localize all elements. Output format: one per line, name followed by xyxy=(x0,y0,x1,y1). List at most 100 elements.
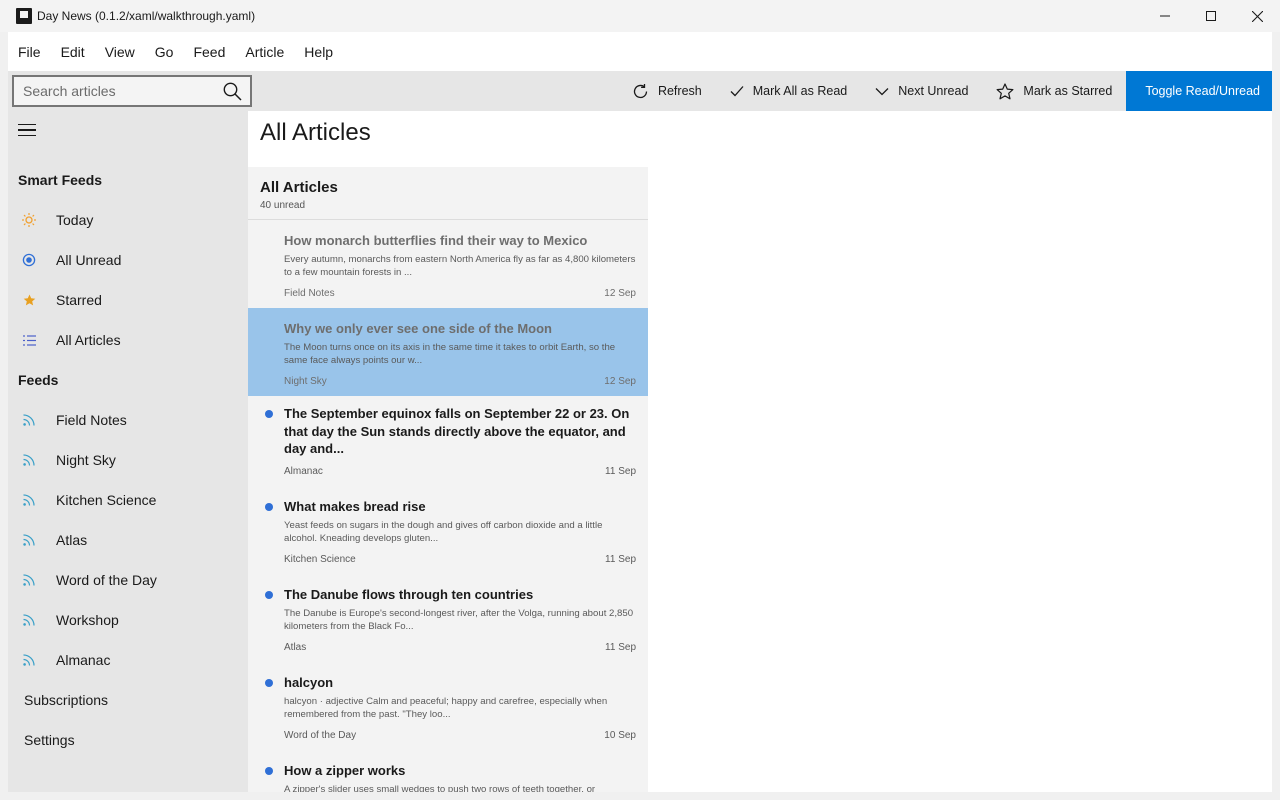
article-snippet: The Moon turns once on its axis in the s… xyxy=(284,341,616,366)
maximize-button[interactable] xyxy=(1188,0,1234,32)
window-title: Day News (0.1.2/xaml/walkthrough.yaml) xyxy=(37,9,256,23)
article-item-selected[interactable]: Why we only ever see one side of the Moo… xyxy=(248,308,648,396)
sidebar-item-label: All Articles xyxy=(56,332,121,348)
article-meta: Night Sky 12 Sep xyxy=(284,376,636,387)
article-date: 12 Sep xyxy=(604,288,636,299)
sidebar-item-label: Almanac xyxy=(56,652,111,668)
sidebar-item-settings[interactable]: Settings xyxy=(24,732,75,748)
checkmark-icon xyxy=(730,86,744,97)
window-controls xyxy=(1142,0,1280,32)
article-snippet: A zipper's slider uses small wedges to p… xyxy=(284,783,596,793)
sidebar-item-label: Word of the Day xyxy=(56,572,157,588)
article-feed: Almanac xyxy=(284,466,323,477)
sidebar-item-atlas[interactable]: Atlas xyxy=(8,520,248,560)
article-title: The Danube flows through ten countries xyxy=(284,587,534,602)
window-bottom-edge xyxy=(0,792,1280,800)
article-item[interactable]: How monarch butterflies find their way t… xyxy=(248,220,648,308)
refresh-label: Refresh xyxy=(657,84,702,98)
sidebar-item-all-unread[interactable]: All Unread xyxy=(8,240,248,280)
article-snippet: Every autumn, monarchs from eastern Nort… xyxy=(284,253,636,278)
article-meta: Almanac 11 Sep xyxy=(284,466,636,477)
sidebar-item-subscriptions[interactable]: Subscriptions xyxy=(24,692,108,708)
menu-bar: File Edit View Go Feed Article Help xyxy=(8,32,1272,72)
sidebar-item-word-of-the-day[interactable]: Word of the Day xyxy=(8,560,248,600)
toggle-read-button[interactable]: Toggle Read/Unread xyxy=(1126,71,1272,111)
menu-go[interactable]: Go xyxy=(145,32,184,72)
sun-icon xyxy=(22,213,36,227)
article-title: How a zipper works xyxy=(284,763,406,778)
sidebar-item-label: Field Notes xyxy=(56,412,127,428)
article-meta: Atlas 11 Sep xyxy=(284,642,636,653)
next-unread-button[interactable]: Next Unread xyxy=(861,71,982,111)
sidebar-item-all-articles[interactable]: All Articles xyxy=(8,320,248,360)
unread-dot-icon xyxy=(265,410,273,418)
hamburger-menu-icon[interactable] xyxy=(18,124,38,138)
article-item[interactable]: What makes bread rise Yeast feeds on sug… xyxy=(248,486,648,574)
minimize-icon xyxy=(1160,15,1170,17)
chevron-down-icon xyxy=(875,87,889,95)
menu-article[interactable]: Article xyxy=(235,32,294,72)
page-title: All Articles xyxy=(260,119,371,146)
refresh-button[interactable]: Refresh xyxy=(618,71,716,111)
article-date: 12 Sep xyxy=(604,376,636,387)
star-outline-icon xyxy=(996,82,1014,99)
article-item[interactable]: The Danube flows through ten countries T… xyxy=(248,574,648,662)
article-feed: Atlas xyxy=(284,642,307,653)
mark-all-read-button[interactable]: Mark All as Read xyxy=(716,71,861,111)
sidebar-item-today[interactable]: Today xyxy=(8,200,248,240)
rss-icon xyxy=(22,653,36,667)
radio-dot-icon xyxy=(22,253,36,267)
article-snippet: The Danube is Europe's second-longest ri… xyxy=(284,607,634,632)
close-button[interactable] xyxy=(1234,0,1280,32)
menu-view[interactable]: View xyxy=(95,32,145,72)
toolbar-actions: Refresh Mark All as Read Next Unread Mar… xyxy=(618,71,1272,111)
article-item[interactable]: How a zipper works A zipper's slider use… xyxy=(248,750,648,792)
refresh-icon xyxy=(633,83,648,98)
article-meta: Field Notes 12 Sep xyxy=(284,288,636,299)
rss-icon xyxy=(22,413,36,427)
search-input[interactable] xyxy=(14,83,214,99)
rss-icon xyxy=(22,453,36,467)
menu-feed[interactable]: Feed xyxy=(183,32,235,72)
sidebar-item-night-sky[interactable]: Night Sky xyxy=(8,440,248,480)
menu-edit[interactable]: Edit xyxy=(51,32,95,72)
rss-icon xyxy=(22,533,36,547)
article-item[interactable]: The September equinox falls on September… xyxy=(248,396,648,486)
sidebar-item-label: Atlas xyxy=(56,532,88,548)
sidebar-item-starred[interactable]: Starred xyxy=(8,280,248,320)
mark-all-read-label: Mark All as Read xyxy=(752,84,848,98)
article-feed: Word of the Day xyxy=(284,730,357,741)
article-title: The September equinox falls on September… xyxy=(284,406,630,456)
article-item[interactable]: halcyon halcyon · adjective Calm and pea… xyxy=(248,662,648,750)
search-icon[interactable] xyxy=(223,82,242,106)
sidebar-item-label: All Unread xyxy=(56,252,122,268)
article-snippet: Yeast feeds on sugars in the dough and g… xyxy=(284,519,603,544)
menu-help[interactable]: Help xyxy=(294,32,343,72)
list-icon xyxy=(22,333,36,347)
next-unread-label: Next Unread xyxy=(898,84,969,98)
article-list: All Articles 40 unread How monarch butte… xyxy=(248,167,648,792)
toolbar: Refresh Mark All as Read Next Unread Mar… xyxy=(8,71,1272,111)
sidebar-item-label: Workshop xyxy=(56,612,119,628)
unread-dot-icon xyxy=(265,767,273,775)
rss-icon xyxy=(22,493,36,507)
article-title: What makes bread rise xyxy=(284,499,426,514)
list-header: All Articles 40 unread xyxy=(248,167,648,220)
menu-file[interactable]: File xyxy=(8,32,51,72)
title-bar: Day News (0.1.2/xaml/walkthrough.yaml) xyxy=(0,0,1280,32)
sidebar-item-label: Kitchen Science xyxy=(56,492,157,508)
sidebar-item-kitchen-science[interactable]: Kitchen Science xyxy=(8,480,248,520)
article-date: 11 Sep xyxy=(605,466,636,477)
smart-feeds-heading: Smart Feeds xyxy=(18,172,103,188)
sidebar-item-label: Starred xyxy=(56,292,102,308)
minimize-button[interactable] xyxy=(1142,0,1188,32)
mark-starred-button[interactable]: Mark as Starred xyxy=(982,71,1126,111)
article-title: How monarch butterflies find their way t… xyxy=(284,233,588,248)
article-date: 11 Sep xyxy=(605,554,636,565)
sidebar-item-field-notes[interactable]: Field Notes xyxy=(8,400,248,440)
sidebar-item-almanac[interactable]: Almanac xyxy=(8,640,248,680)
sidebar-item-workshop[interactable]: Workshop xyxy=(8,600,248,640)
unread-dot-icon xyxy=(265,591,273,599)
article-feed: Night Sky xyxy=(284,376,327,387)
list-title: All Articles xyxy=(260,179,338,196)
